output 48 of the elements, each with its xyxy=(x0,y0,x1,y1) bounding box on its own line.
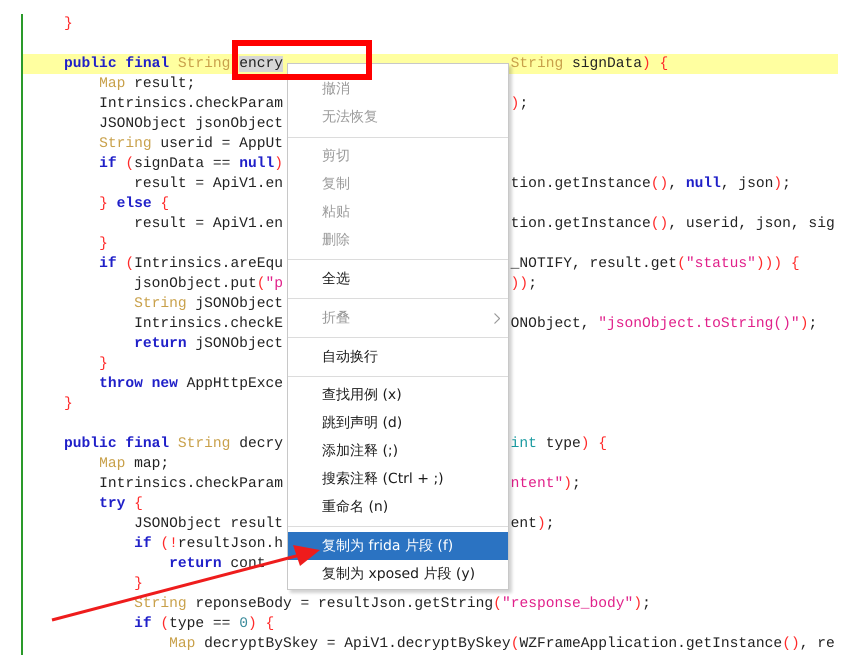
code-text: Map map; xyxy=(99,456,170,472)
code-text: } xyxy=(99,236,108,252)
code-text: return jSONObject xyxy=(134,336,283,352)
code-text: jsonObject.put("p xyxy=(134,276,283,292)
code-text: result = ApiV1.en xyxy=(134,176,283,192)
menu-item[interactable]: 复制为 xposed 片段 (y) xyxy=(288,560,508,588)
code-text: } xyxy=(64,16,73,32)
code-text: String signData) { xyxy=(510,55,668,74)
code-text: Map result; xyxy=(99,76,196,92)
code-text: Map decryptBySkey = ApiV1.decryptBySkey(WZFrameApplication.getInstance(), re xyxy=(169,636,835,652)
code-text: Intrinsics.checkParam xyxy=(99,476,283,492)
code-text: ntent"); xyxy=(510,475,581,494)
menu-item[interactable]: 全选 xyxy=(288,265,508,294)
code-text: try { xyxy=(99,496,143,512)
code-text: String reponseBody = resultJson.getString("response_body"); xyxy=(134,596,651,612)
code-text: String jSONObject xyxy=(134,296,283,312)
code-text: ); xyxy=(510,95,528,114)
code-text: )); xyxy=(510,275,537,294)
code-text: JSONObject jsonObject xyxy=(99,116,283,132)
code-text: throw new AppHttpExce xyxy=(99,376,283,392)
menu-item[interactable]: 跳到声明 (d) xyxy=(288,410,508,438)
code-text: if (!resultJson.h xyxy=(134,536,283,552)
code-text: Intrinsics.checkParam xyxy=(99,96,283,112)
code-text: if (Intrinsics.areEqu xyxy=(99,256,283,272)
code-text: result = ApiV1.en xyxy=(134,216,283,232)
menu-item[interactable]: 查找用例 (x) xyxy=(288,382,508,410)
code-text: _NOTIFY, result.get("status"))) { xyxy=(510,255,800,274)
code-text: public final String decry xyxy=(64,436,283,452)
code-text: } xyxy=(99,356,108,372)
code-text: String userid = AppUt xyxy=(99,136,283,152)
menu-item[interactable]: 重命名 (n) xyxy=(288,494,508,522)
code-text: JSONObject result xyxy=(134,516,283,532)
code-text: if (signData == null) xyxy=(99,156,283,172)
code-text: if (type == 0) { xyxy=(134,616,274,632)
code-text: ent); xyxy=(510,515,554,534)
menu-item[interactable]: 复制为 frida 片段 (f) xyxy=(288,532,508,560)
code-text: } xyxy=(134,576,143,592)
menu-item[interactable]: 添加注释 (;) xyxy=(288,438,508,466)
menu-item[interactable]: 搜索注释 (Ctrl + ;) xyxy=(288,466,508,494)
code-text: public final String encry xyxy=(64,56,283,72)
code-text: Intrinsics.checkE xyxy=(134,316,283,332)
code-text: int type) { xyxy=(510,435,608,454)
code-text: tion.getInstance(), null, json); xyxy=(510,175,791,194)
code-text: tion.getInstance(), userid, json, sig xyxy=(510,215,835,234)
menu-item[interactable]: 自动换行 xyxy=(288,343,508,372)
code-text: } else { xyxy=(99,196,170,212)
code-text: ONObject, "jsonObject.toString()"); xyxy=(510,315,818,334)
code-text: } xyxy=(64,396,73,412)
